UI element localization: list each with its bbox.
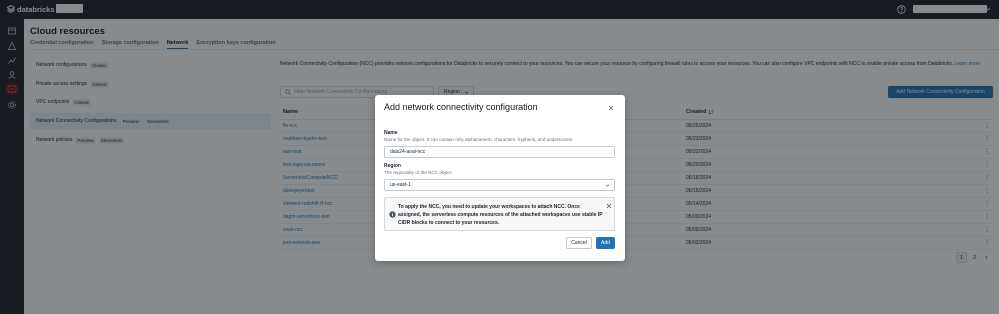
name-hint: Name for the object. It can contain only… <box>384 137 574 142</box>
modal-title: Add network connectivity configuration <box>384 102 538 112</box>
add-button[interactable]: Add <box>596 237 615 249</box>
cancel-button[interactable]: Cancel <box>566 237 592 249</box>
region-hint: The regionality of the NCC object <box>384 170 452 175</box>
region-select[interactable]: us-east-1 <box>384 179 615 191</box>
info-alert: To apply the NCC, you need to update you… <box>384 197 615 231</box>
info-icon <box>389 211 396 218</box>
close-icon[interactable] <box>606 203 612 209</box>
name-input[interactable]: dais24-aoai-ncc <box>384 146 615 158</box>
name-label: Name <box>384 130 398 136</box>
region-select-value: us-east-1 <box>390 182 411 188</box>
region-label: Region <box>384 163 401 169</box>
alert-message: To apply the NCC, you need to update you… <box>398 204 603 226</box>
close-icon[interactable] <box>608 105 614 111</box>
chevron-down-icon <box>605 184 610 187</box>
